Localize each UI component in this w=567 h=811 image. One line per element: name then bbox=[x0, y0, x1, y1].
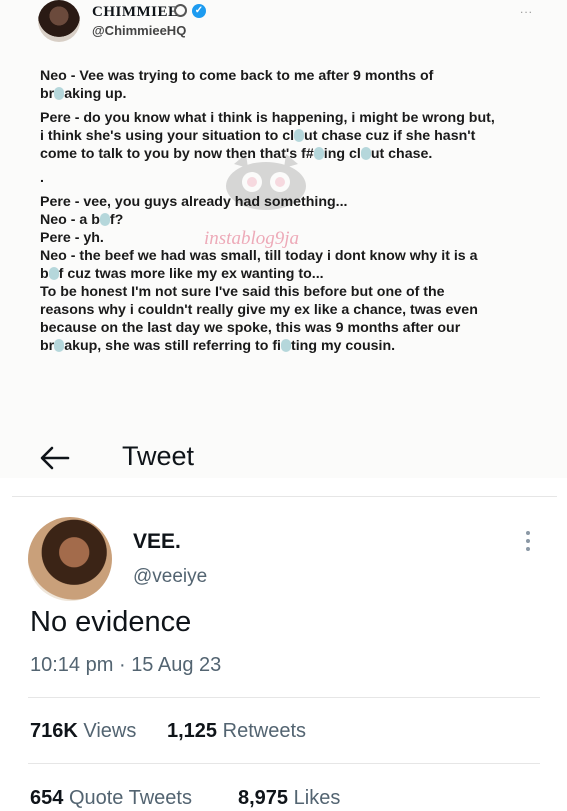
vertical-dots-icon[interactable] bbox=[518, 531, 538, 557]
tweet-text: No evidence bbox=[30, 606, 192, 638]
more-icon[interactable]: ... bbox=[520, 2, 533, 16]
tweet-line: i think she's using your situation to cl… bbox=[40, 128, 476, 144]
tweet-line: br akup, she was still referring to fi tin… bbox=[40, 338, 396, 354]
embedded-tweet-screenshot: CHIMMIEE ✓ @ChimmieeHQ ... instablog9ja … bbox=[0, 0, 567, 478]
views-label: Views bbox=[83, 720, 137, 742]
divider bbox=[28, 763, 540, 764]
quotes-label: Quote Tweets bbox=[68, 787, 192, 809]
censor-blur bbox=[294, 129, 305, 142]
censor-blur bbox=[54, 87, 65, 100]
tweet-line: Neo - a b f? bbox=[40, 212, 124, 228]
author-name: CHIMMIEE bbox=[92, 4, 179, 20]
tweet-timestamp[interactable]: 10:14 pm · 15 Aug 23 bbox=[30, 654, 221, 677]
tweet-line: come to talk to you by now then that's f… bbox=[40, 146, 433, 162]
views-stat[interactable]: 716K Views bbox=[30, 720, 136, 743]
tweet-line: . bbox=[40, 170, 44, 186]
retweets-label: Retweets bbox=[222, 720, 306, 742]
censor-blur bbox=[48, 267, 59, 280]
tweet-line: Pere - do you know what i think is happe… bbox=[40, 110, 495, 126]
divider bbox=[28, 697, 540, 698]
tweet-paragraph: . bbox=[40, 169, 545, 187]
tweet-paragraph: Neo - Vee was trying to come back to me … bbox=[40, 67, 545, 103]
page-title: Tweet bbox=[122, 441, 195, 471]
tweet-date: 15 Aug 23 bbox=[131, 654, 222, 676]
censor-blur bbox=[281, 339, 291, 352]
tweet-paragraph: Pere - do you know what i think is happe… bbox=[40, 109, 545, 163]
tweet-line: To be honest I'm not sure I've said this… bbox=[40, 284, 445, 300]
tweet-line: Pere - yh. bbox=[40, 230, 104, 246]
retweets-count: 1,125 bbox=[167, 720, 218, 742]
censor-blur bbox=[99, 213, 110, 226]
arrow-left-icon[interactable] bbox=[38, 444, 72, 472]
author-handle[interactable]: @veeiye bbox=[133, 566, 207, 588]
censor-blur bbox=[360, 147, 371, 160]
author-handle: @ChimmieeHQ bbox=[92, 23, 187, 38]
avatar[interactable] bbox=[28, 517, 112, 601]
author-name[interactable]: VEE. bbox=[133, 530, 181, 554]
tweet-paragraph: Pere - vee, you guys already had somethi… bbox=[40, 193, 545, 355]
tweet-line: because on the last day we spoke, this w… bbox=[40, 320, 461, 336]
likes-stat[interactable]: 8,975 Likes bbox=[238, 787, 340, 810]
divider bbox=[12, 496, 557, 497]
likes-count: 8,975 bbox=[238, 787, 289, 809]
tweet-line: reasons why i couldn't really give my ex… bbox=[40, 302, 478, 318]
avatar[interactable] bbox=[38, 0, 80, 42]
quotes-count: 654 bbox=[30, 787, 64, 809]
censor-blur bbox=[54, 339, 65, 352]
tweet-line: br aking up. bbox=[40, 86, 127, 102]
quote-tweets-stat[interactable]: 654 Quote Tweets bbox=[30, 787, 192, 810]
verified-icon: ✓ bbox=[192, 4, 206, 18]
tweet-line: bf cuz twas more like my ex wanting to..… bbox=[40, 266, 324, 282]
censor-blur bbox=[313, 147, 324, 160]
likes-label: Likes bbox=[293, 787, 341, 809]
tweet-line: Neo - the beef we had was small, till to… bbox=[40, 248, 478, 264]
screenshot-tweet-body: Neo - Vee was trying to come back to me … bbox=[40, 67, 545, 361]
tweet-line: Pere - vee, you guys already had somethi… bbox=[40, 194, 348, 210]
badge-icon bbox=[174, 4, 187, 17]
tweet-time: 10:14 pm bbox=[30, 654, 114, 676]
tweet-line: Neo - Vee was trying to come back to me … bbox=[40, 68, 434, 84]
views-count: 716K bbox=[30, 720, 78, 742]
retweets-stat[interactable]: 1,125 Retweets bbox=[167, 720, 306, 743]
separator: · bbox=[118, 654, 126, 676]
